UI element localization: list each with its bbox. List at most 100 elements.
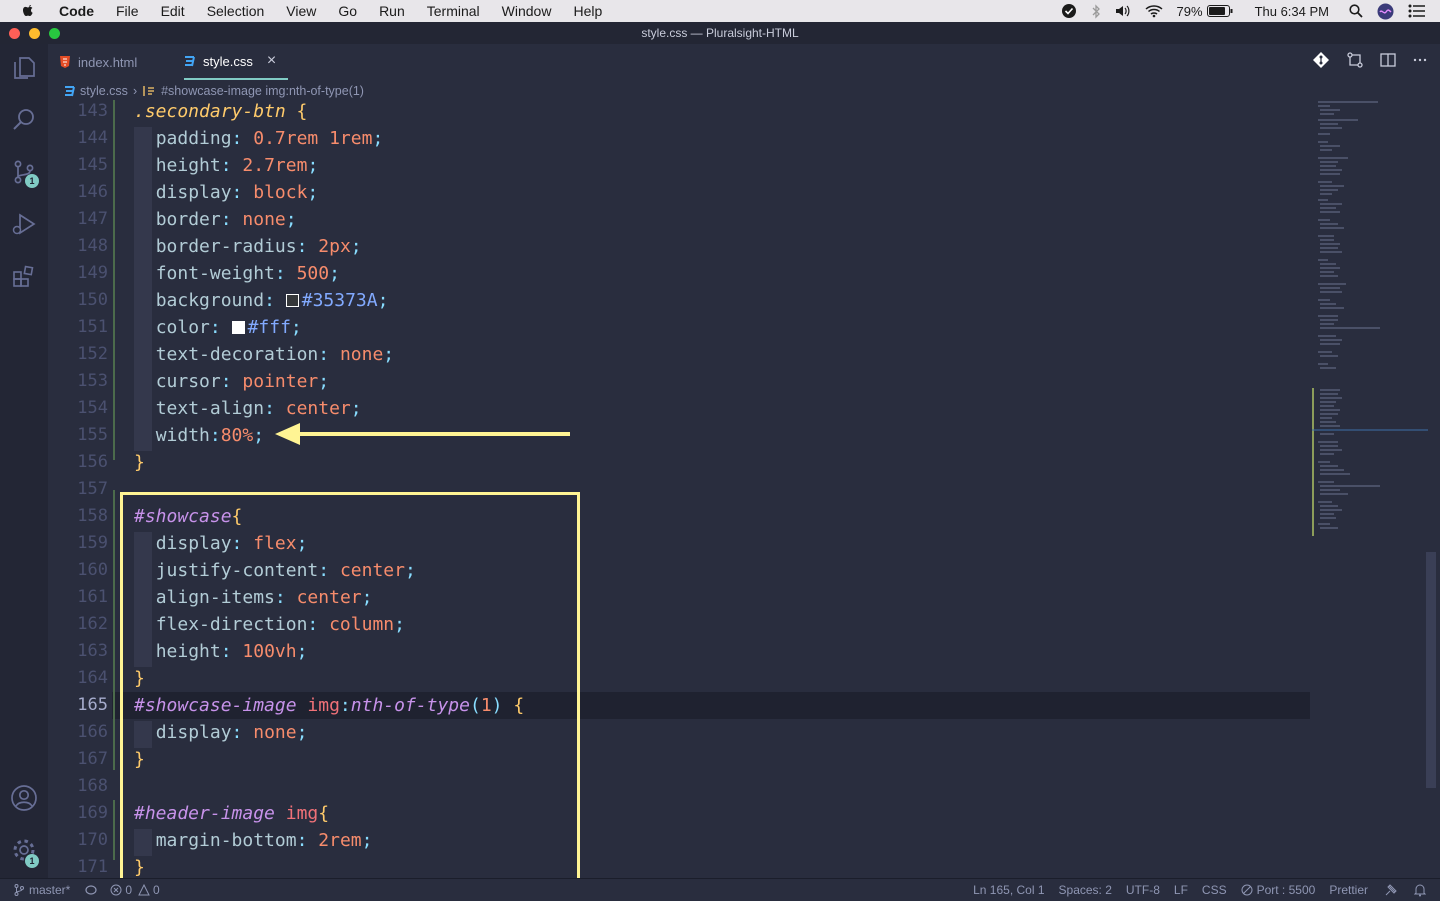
git-modified-gutter	[113, 490, 115, 770]
notification-center-icon[interactable]	[1408, 4, 1426, 18]
sync-icon[interactable]	[84, 884, 98, 896]
manage-settings-button[interactable]: 1	[0, 826, 48, 874]
git-action-icon[interactable]	[1312, 51, 1330, 74]
line-number: 155	[77, 425, 108, 445]
menu-app-code[interactable]: Code	[59, 0, 94, 22]
language-mode[interactable]: CSS	[1202, 883, 1227, 897]
menu-selection[interactable]: Selection	[207, 0, 265, 22]
breadcrumb: style.css › #showcase-image img:nth-of-t…	[64, 82, 369, 100]
line-number: 146	[77, 182, 108, 202]
settings-badge: 1	[25, 854, 39, 868]
wifi-icon[interactable]	[1145, 4, 1163, 18]
menu-go[interactable]: Go	[338, 0, 357, 22]
siri-icon[interactable]	[1377, 3, 1394, 20]
tab-index-html[interactable]: index.html	[60, 44, 170, 80]
status-bar: master* 0 0 Ln 165, Col 1 Spaces: 2 UTF-…	[0, 878, 1440, 901]
eol-setting[interactable]: LF	[1174, 883, 1188, 897]
live-server-port[interactable]: Port : 5500	[1257, 883, 1316, 897]
line-number: 153	[77, 371, 108, 391]
menubar-clock[interactable]: Thu 6:34 PM	[1255, 4, 1329, 19]
battery-icon[interactable]	[1206, 5, 1233, 17]
editor-scrollbar[interactable]	[1426, 552, 1436, 788]
window-titlebar: style.css — Pluralsight-HTML	[0, 22, 1440, 44]
checkmark-status-icon[interactable]	[1061, 3, 1077, 19]
spotlight-search-icon[interactable]	[1349, 4, 1363, 18]
battery-percent: 79%	[1176, 3, 1203, 19]
apple-logo-icon[interactable]	[20, 3, 36, 19]
source-control-badge: 1	[25, 174, 39, 188]
line-number: 166	[77, 722, 108, 742]
editor-tab-bar: index.html style.css ×	[48, 44, 1440, 80]
extensions-icon	[13, 265, 34, 287]
prettier-formatter[interactable]: Prettier	[1329, 883, 1368, 897]
breadcrumb-file[interactable]: style.css	[80, 84, 128, 98]
volume-icon[interactable]	[1115, 4, 1131, 18]
explorer-button[interactable]	[0, 44, 48, 92]
indentation-setting[interactable]: Spaces: 2	[1059, 883, 1112, 897]
tab-label: style.css	[203, 53, 253, 69]
line-number: 164	[77, 668, 108, 688]
breadcrumb-symbol[interactable]: #showcase-image img:nth-of-type(1)	[161, 84, 364, 98]
source-control-button[interactable]: 1	[0, 148, 48, 196]
open-changes-icon[interactable]	[1346, 51, 1364, 74]
line-number: 162	[77, 614, 108, 634]
git-branch-icon	[14, 884, 24, 896]
account-icon	[11, 785, 37, 811]
code-line-156: }	[134, 452, 145, 473]
bluetooth-icon[interactable]	[1091, 3, 1101, 19]
menu-window[interactable]: Window	[502, 0, 552, 22]
accounts-button[interactable]	[0, 774, 48, 822]
search-view-button[interactable]	[0, 96, 48, 144]
zoom-window-button[interactable]	[49, 28, 60, 39]
menu-help[interactable]: Help	[573, 0, 602, 22]
line-number: 161	[77, 587, 108, 607]
tab-style-css[interactable]: style.css ×	[184, 44, 288, 80]
line-number: 152	[77, 344, 108, 364]
feedback-icon[interactable]	[1384, 883, 1398, 897]
git-branch-label[interactable]: master*	[29, 883, 70, 897]
line-number: 144	[77, 128, 108, 148]
cursor-position[interactable]: Ln 165, Col 1	[973, 883, 1044, 897]
mac-menubar: Code File Edit Selection View Go Run Ter…	[0, 0, 1440, 22]
tab-label: index.html	[78, 54, 138, 70]
html-file-icon	[60, 56, 70, 68]
git-modified-gutter	[113, 800, 115, 860]
more-actions-icon[interactable]	[1412, 52, 1428, 73]
run-debug-button[interactable]	[0, 200, 48, 248]
encoding-setting[interactable]: UTF-8	[1126, 883, 1160, 897]
line-number: 143	[77, 101, 108, 121]
split-editor-icon[interactable]	[1380, 52, 1396, 73]
minimap[interactable]	[1310, 100, 1430, 540]
line-number: 167	[77, 749, 108, 769]
close-window-button[interactable]	[9, 28, 20, 39]
files-icon	[14, 57, 35, 79]
color-swatch-35373a[interactable]	[285, 294, 299, 307]
git-modified-gutter	[113, 100, 115, 460]
css-file-icon	[65, 85, 75, 96]
line-number: 170	[77, 830, 108, 850]
menu-file[interactable]: File	[116, 0, 139, 22]
menu-edit[interactable]: Edit	[161, 0, 185, 22]
extensions-button[interactable]	[0, 252, 48, 300]
menu-terminal[interactable]: Terminal	[427, 0, 480, 22]
warnings-count[interactable]: 0	[153, 883, 160, 897]
minimize-window-button[interactable]	[29, 28, 40, 39]
code-line-147: border: none;	[155, 209, 297, 230]
line-number: 171	[77, 857, 108, 877]
menu-view[interactable]: View	[286, 0, 316, 22]
code-line-154: text-align: center;	[155, 398, 362, 419]
warnings-icon[interactable]	[138, 884, 150, 896]
errors-count[interactable]: 0	[125, 883, 132, 897]
notifications-bell-icon[interactable]	[1414, 883, 1426, 897]
line-number-current: 165	[77, 695, 108, 715]
menu-run[interactable]: Run	[379, 0, 405, 22]
color-swatch-fff[interactable]	[231, 321, 245, 334]
line-number: 151	[77, 317, 108, 337]
errors-icon[interactable]	[110, 884, 122, 896]
close-tab-icon[interactable]: ×	[267, 52, 276, 70]
window-title: style.css — Pluralsight-HTML	[641, 26, 799, 40]
line-number: 154	[77, 398, 108, 418]
code-line-151: color: #fff;	[155, 317, 302, 338]
live-server-icon[interactable]	[1241, 884, 1253, 896]
code-line-150: background: #35373A;	[155, 290, 389, 311]
